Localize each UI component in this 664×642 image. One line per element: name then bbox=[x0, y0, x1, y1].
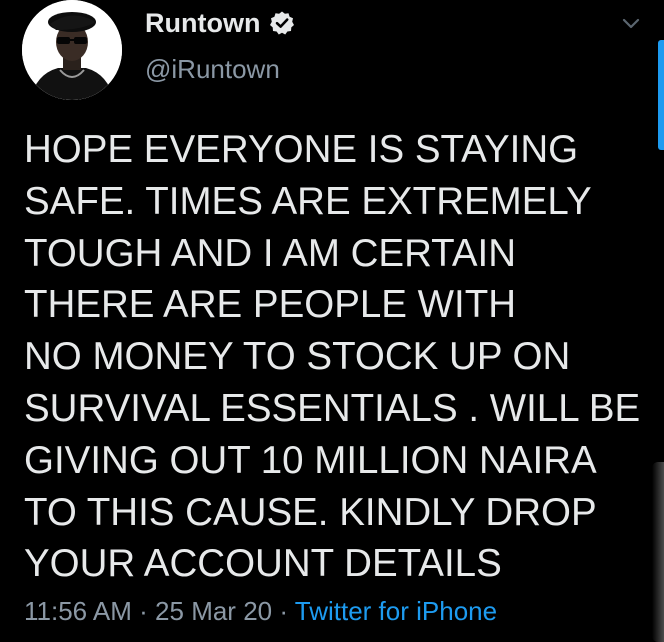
tweet-text-line: HOPE EVERYONE IS STAYING bbox=[24, 128, 579, 171]
author-name-row[interactable]: Runtown bbox=[145, 6, 295, 40]
tweet-text-line: YOUR ACCOUNT DETAILS bbox=[24, 542, 502, 586]
tweet-date[interactable]: 25 Mar 20 bbox=[155, 596, 272, 626]
tweet-text: HOPE EVERYONE IS STAYING SAFE. TIMES ARE… bbox=[24, 124, 644, 590]
meta-separator: · bbox=[272, 596, 295, 626]
tweet-source-link[interactable]: Twitter for iPhone bbox=[295, 596, 497, 626]
tweet-text-line: TOUGH AND I AM CERTAIN bbox=[24, 231, 517, 275]
tweet-detail: Runtown @iRuntown HOPE EVERYONE IS STAYI… bbox=[0, 0, 664, 642]
avatar-image bbox=[22, 0, 122, 100]
meta-separator: · bbox=[131, 596, 156, 626]
avatar[interactable] bbox=[22, 0, 122, 100]
edge-scroll-handle[interactable] bbox=[652, 462, 664, 642]
tweet-text-line: NO MONEY TO STOCK UP ON bbox=[24, 335, 571, 379]
chevron-down-icon[interactable] bbox=[620, 12, 642, 34]
tweet-text-line: SURVIVAL ESSENTIALS . WILL BE bbox=[24, 386, 641, 430]
tweet-text-line: TO THIS CAUSE. KINDLY DROP bbox=[24, 490, 597, 534]
edge-accent-bar bbox=[658, 40, 664, 150]
tweet-time[interactable]: 11:56 AM bbox=[24, 596, 132, 626]
tweet-text-line: SAFE. TIMES ARE EXTREMELY bbox=[24, 179, 592, 223]
verified-badge-icon bbox=[269, 10, 295, 36]
author-display-name[interactable]: Runtown bbox=[145, 6, 260, 40]
tweet-text-line: THERE ARE PEOPLE WITH bbox=[24, 283, 517, 327]
author-handle[interactable]: @iRuntown bbox=[145, 53, 280, 85]
tweet-meta: 11:56 AM · 25 Mar 20 · Twitter for iPhon… bbox=[24, 594, 497, 628]
tweet-text-line: GIVING OUT 10 MILLION NAIRA bbox=[24, 438, 597, 482]
